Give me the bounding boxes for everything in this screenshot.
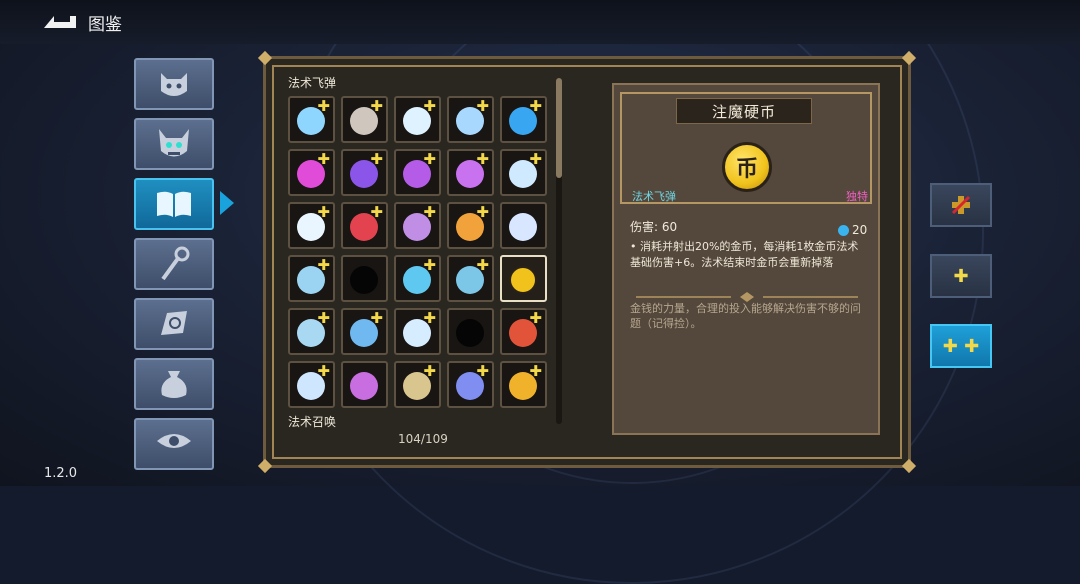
spell-cell[interactable]: ✚ xyxy=(394,96,441,143)
upgrade-plus-icon: ✚ xyxy=(476,97,489,115)
pouch-icon xyxy=(161,371,187,398)
upgrade-plus-icon: ✚ xyxy=(423,309,436,327)
upgrade-plus-icon: ✚ xyxy=(476,256,489,274)
gold-coin-icon: 币 xyxy=(722,142,772,192)
gold-coin-icon xyxy=(509,266,537,294)
spell-cell[interactable]: ✚ xyxy=(341,149,388,196)
spell-description: • 消耗并射出20%的金币，每消耗1枚金币法术基础伤害+6。法术结束时金币会重新… xyxy=(630,240,859,269)
section-spell-missile: 法术飞弹 xyxy=(288,76,337,90)
upgrade-plus-icon: ✚ xyxy=(423,150,436,168)
upgrade-plus-icon: ✚ xyxy=(317,97,330,115)
tab-curses[interactable] xyxy=(134,418,214,470)
staff-icon xyxy=(161,246,190,281)
spell-cell[interactable]: ✚ xyxy=(394,308,441,355)
boss-horned-face-icon xyxy=(159,129,189,157)
upgrade-plus-icon: ✚ xyxy=(423,203,436,221)
back-button[interactable] xyxy=(40,8,80,34)
upgrade-plus-icon: ✚ xyxy=(423,256,436,274)
page-title: 图鉴 xyxy=(88,15,122,35)
spell-cell[interactable]: ✚ xyxy=(500,361,547,408)
spell-cell[interactable]: ✚ xyxy=(447,255,494,302)
spell-cell[interactable]: ✚ xyxy=(288,96,335,143)
pentagram-icon xyxy=(350,372,378,400)
spell-type: 法术飞弹 xyxy=(632,190,676,203)
tab-spellbook[interactable] xyxy=(134,178,214,230)
spell-cell[interactable]: ✚ xyxy=(288,361,335,408)
collection-count: 104/109 xyxy=(398,432,448,446)
upgrade-plus-icon: ✚ xyxy=(476,362,489,380)
upgrade-plus-icon: ✚ xyxy=(476,203,489,221)
locked-silhouette-icon xyxy=(456,319,484,347)
spell-cell[interactable]: ✚ xyxy=(447,149,494,196)
open-book-icon xyxy=(157,191,191,217)
spell-cell[interactable]: ✚ xyxy=(341,96,388,143)
tab-bosses[interactable] xyxy=(134,118,214,170)
upgrade-plus-icon: ✚ xyxy=(317,309,330,327)
spell-cell[interactable]: ✚ xyxy=(288,255,335,302)
upgrade-plus-icon: ✚ xyxy=(476,150,489,168)
upgrade-plus-icon: ✚ xyxy=(423,97,436,115)
spell-cell[interactable] xyxy=(341,255,388,302)
tab-staffs[interactable] xyxy=(134,238,214,290)
spell-cell[interactable] xyxy=(500,255,547,302)
relic-hand-icon xyxy=(161,311,187,335)
spell-cell[interactable]: ✚ xyxy=(500,149,547,196)
upgrade-level-2-button[interactable]: ✚ ✚ xyxy=(930,324,992,368)
upgrade-plus-icon: ✚ xyxy=(529,309,542,327)
spell-cell[interactable] xyxy=(341,361,388,408)
spell-cell[interactable]: ✚ xyxy=(447,361,494,408)
tab-items[interactable] xyxy=(134,358,214,410)
spell-cell[interactable]: ✚ xyxy=(288,308,335,355)
upgrade-plus-icon: ✚ xyxy=(370,150,383,168)
spell-cell[interactable]: ✚ xyxy=(394,361,441,408)
spell-cell[interactable]: ✚ xyxy=(500,308,547,355)
active-tab-pointer xyxy=(220,191,234,215)
upgrade-plus-icon: ✚ xyxy=(529,150,542,168)
spell-cell[interactable]: ✚ xyxy=(394,255,441,302)
spell-cell[interactable] xyxy=(500,202,547,249)
upgrade-plus-icon: ✚ xyxy=(370,97,383,115)
upgrade-level-1-button[interactable]: ✚ xyxy=(930,254,992,298)
version-label: 1.2.0 xyxy=(44,466,78,481)
spell-rarity: 独特 xyxy=(846,190,868,203)
upgrade-plus-icon: ✚ xyxy=(317,203,330,221)
sparkle-icon xyxy=(509,213,537,241)
top-bar: 图鉴 xyxy=(0,0,1080,44)
spell-cell[interactable]: ✚ xyxy=(341,202,388,249)
upgrade-plus-icon: ✚ xyxy=(529,97,542,115)
spell-cell[interactable] xyxy=(447,308,494,355)
upgrade-plus-icon: ✚ xyxy=(370,203,383,221)
back-arrow-icon xyxy=(44,16,76,28)
spell-cell[interactable]: ✚ xyxy=(288,149,335,196)
upgrade-plus-icon: ✚ xyxy=(317,256,330,274)
monster-face-icon xyxy=(161,73,187,96)
upgrade-level-0-button[interactable] xyxy=(930,183,992,227)
spell-cell[interactable]: ✚ xyxy=(341,308,388,355)
upgrade-plus-icon: ✚ xyxy=(529,362,542,380)
spell-damage: 伤害: 60 xyxy=(630,220,678,234)
mana-cost: 20 xyxy=(852,223,868,237)
mana-gem-icon xyxy=(838,225,849,236)
spell-cell[interactable]: ✚ xyxy=(394,149,441,196)
upgrade-plus-icon: ✚ xyxy=(423,362,436,380)
upgrade-plus-icon: ✚ xyxy=(370,309,383,327)
disabled-upgrade-icon xyxy=(951,195,971,215)
tab-monsters[interactable] xyxy=(134,58,214,110)
spell-flavor-text: 金钱的力量，合理的投入能够解决伤害不够的问题（记得捡）。 xyxy=(630,302,861,330)
scrollbar-thumb[interactable] xyxy=(556,78,562,178)
eye-icon xyxy=(157,434,191,448)
spell-name: 注魔硬币 xyxy=(676,98,812,124)
spell-cell[interactable]: ✚ xyxy=(288,202,335,249)
spell-cell[interactable]: ✚ xyxy=(447,202,494,249)
spell-cell[interactable]: ✚ xyxy=(447,96,494,143)
spell-cell[interactable]: ✚ xyxy=(394,202,441,249)
locked-silhouette-icon xyxy=(350,266,378,294)
spell-cell[interactable]: ✚ xyxy=(500,96,547,143)
section-spell-summon: 法术召唤 xyxy=(288,415,337,429)
upgrade-plus-icon: ✚ xyxy=(317,362,330,380)
upgrade-plus-icon: ✚ xyxy=(317,150,330,168)
tab-relics[interactable] xyxy=(134,298,214,350)
